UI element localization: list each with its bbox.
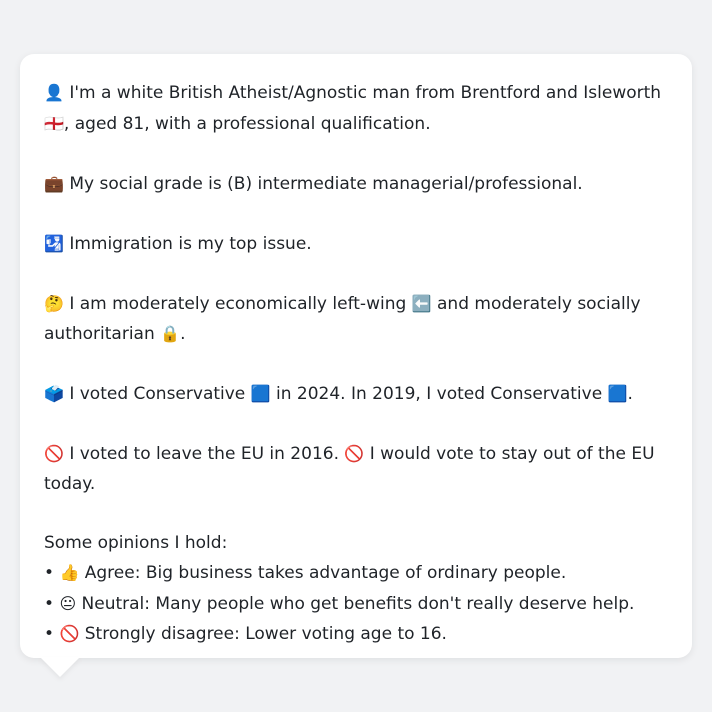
politics-paragraph: 🤔 I am moderately economically left-wing… [44, 289, 668, 350]
lock-icon: 🔒 [160, 324, 181, 343]
prohibited-icon: 🚫 [59, 624, 80, 643]
votes-text-2: in 2024. In 2019, I voted Conservative [276, 384, 603, 404]
ballot-box-icon: 🗳️ [44, 384, 64, 403]
top-issue-text: Immigration is my top issue. [69, 233, 312, 254]
england-flag-icon: 🏴󠁧󠁢󠁥󠁮󠁧󠁿 [44, 113, 64, 133]
list-item: • 🚫 Strongly disagree: Lower voting age … [44, 619, 668, 650]
votes-paragraph: 🗳️ I voted Conservative 🟦 in 2024. In 20… [44, 379, 668, 410]
opinion-text: Strongly disagree: Lower voting age to 1… [84, 624, 447, 644]
opinions-paragraph: Some opinions I hold: • 👍 Agree: Big bus… [44, 529, 668, 650]
prohibited-icon: 🚫 [44, 444, 64, 463]
prohibited-icon: 🚫 [344, 444, 365, 463]
blue-square-icon: 🟦 [250, 384, 271, 403]
message-bubble: 👤 I'm a white British Atheist/Agnostic m… [20, 54, 692, 658]
list-item: • 😐 Neutral: Many people who get benefit… [44, 589, 668, 620]
social-grade-paragraph: 💼 My social grade is (B) intermediate ma… [44, 169, 668, 200]
identity-paragraph: 👤 I'm a white British Atheist/Agnostic m… [44, 78, 668, 139]
opinions-heading: Some opinions I hold: [44, 532, 228, 553]
brexit-text-1: I voted to leave the EU in 2016. [69, 444, 339, 464]
bullet: • [44, 563, 55, 583]
left-arrow-icon: ⬅️ [411, 293, 432, 313]
identity-text: I'm a white British Atheist/Agnostic man… [69, 83, 662, 103]
opinion-text: Agree: Big business takes advantage of o… [84, 563, 567, 583]
blue-square-icon: 🟦 [607, 384, 628, 403]
opinion-text: Neutral: Many people who get benefits do… [81, 593, 635, 614]
thinking-face-icon: 🤔 [44, 293, 64, 313]
person-icon: 👤 [44, 83, 64, 102]
passport-control-icon: 🛂 [44, 233, 64, 253]
identity-tail: , aged 81, with a professional qualifica… [63, 113, 431, 134]
list-item: • 👍 Agree: Big business takes advantage … [44, 558, 668, 589]
politics-text-1: I am moderately economically left-wing [69, 293, 407, 314]
message-content: 👤 I'm a white British Atheist/Agnostic m… [44, 78, 668, 650]
neutral-face-icon: 😐 [59, 593, 77, 613]
politics-end: . [180, 324, 186, 344]
bullet: • [44, 593, 55, 614]
social-grade-text: My social grade is (B) intermediate mana… [69, 173, 583, 194]
votes-end: . [627, 384, 633, 404]
bullet: • [44, 624, 55, 644]
briefcase-icon: 💼 [44, 173, 64, 193]
thumbs-up-icon: 👍 [59, 563, 80, 582]
top-issue-paragraph: 🛂 Immigration is my top issue. [44, 229, 668, 260]
bubble-tail [40, 657, 80, 677]
brexit-paragraph: 🚫 I voted to leave the EU in 2016. 🚫 I w… [44, 439, 668, 499]
votes-text-1: I voted Conservative [69, 384, 246, 404]
